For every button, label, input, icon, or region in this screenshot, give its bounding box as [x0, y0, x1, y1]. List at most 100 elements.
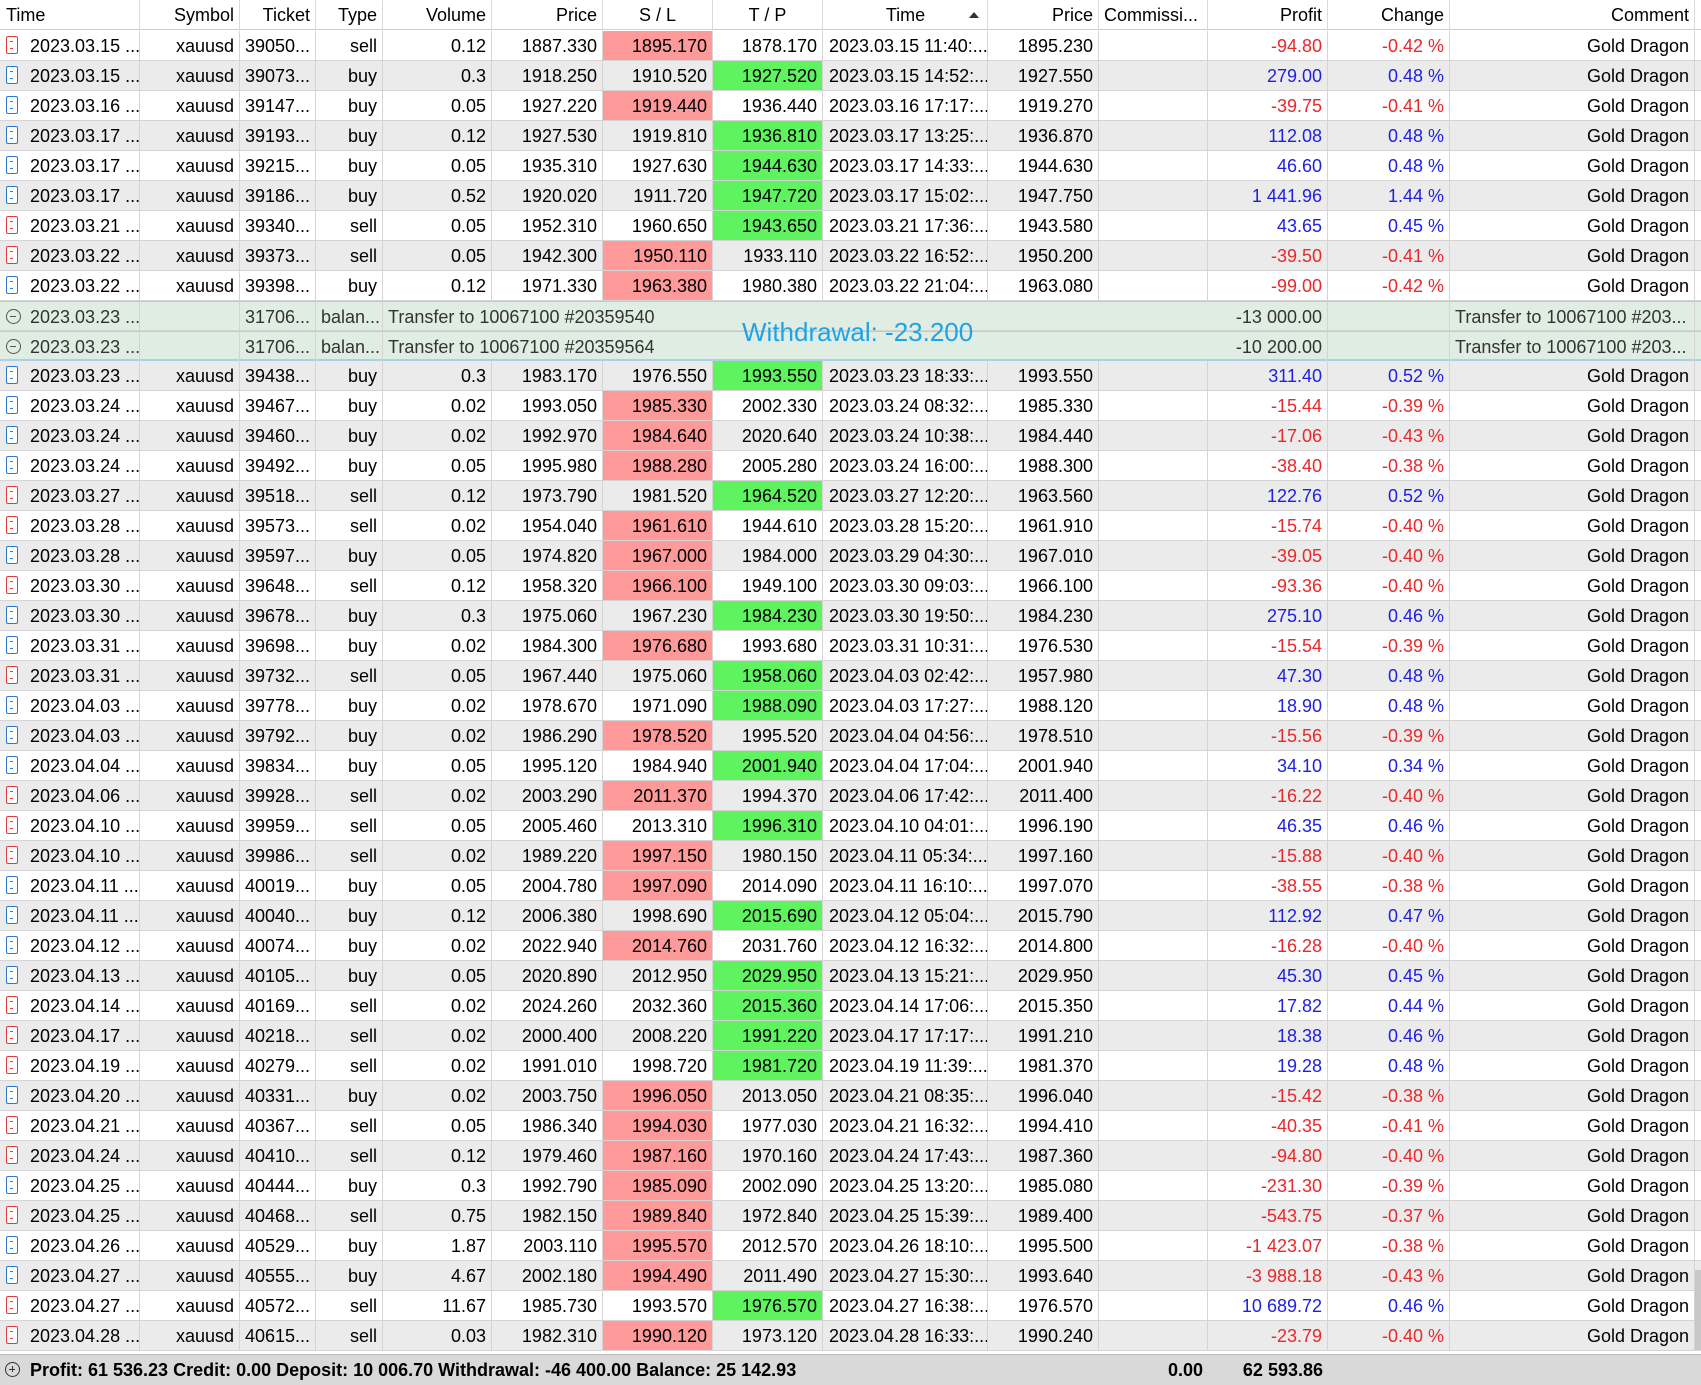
cell-profit: -16.28	[1208, 931, 1328, 960]
cell-ticket: 40169...	[240, 991, 316, 1020]
table-row[interactable]: 2023.03.23 ... xauusd 39438... buy 0.3 1983.1…	[0, 361, 1701, 391]
table-row[interactable]: 2023.04.17 ... xauusd 40218... sell 0.02 2000…	[0, 1021, 1701, 1051]
col-header-change[interactable]: Change	[1328, 0, 1450, 29]
cell-volume: 0.02	[383, 991, 492, 1020]
cell-commission	[1099, 961, 1208, 990]
col-header-commission[interactable]: Commissi...	[1099, 0, 1208, 29]
buy-order-icon	[6, 426, 18, 444]
table-row[interactable]: 2023.03.30 ... xauusd 39648... sell 0.12 1958…	[0, 571, 1701, 601]
cell-sl: 1963.380	[603, 271, 713, 300]
col-header-profit[interactable]: Profit	[1208, 0, 1328, 29]
cell-commission	[1099, 241, 1208, 270]
table-row[interactable]: 2023.03.28 ... xauusd 39597... buy 0.05 1974.…	[0, 541, 1701, 571]
cell-type: sell	[316, 781, 383, 810]
table-row[interactable]: 2023.04.10 ... xauusd 39986... sell 0.02 1989…	[0, 841, 1701, 871]
table-row[interactable]: 2023.04.19 ... xauusd 40279... sell 0.02 1991…	[0, 1051, 1701, 1081]
table-row[interactable]: 2023.03.17 ... xauusd 39193... buy 0.12 1927.…	[0, 121, 1701, 151]
cell-ticket: 39215...	[240, 151, 316, 180]
table-row[interactable]: 2023.04.25 ... xauusd 40468... sell 0.75 1982…	[0, 1201, 1701, 1231]
cell-profit: 275.10	[1208, 601, 1328, 630]
table-row[interactable]: 2023.04.12 ... xauusd 40074... buy 0.02 2022.…	[0, 931, 1701, 961]
cell-sl: 1919.440	[603, 91, 713, 120]
cell-type: buy	[316, 751, 383, 780]
cell-tp: 2014.090	[713, 871, 823, 900]
table-row[interactable]: 2023.04.04 ... xauusd 39834... buy 0.05 1995.…	[0, 751, 1701, 781]
cell-commission	[1099, 661, 1208, 690]
table-row[interactable]: 2023.04.03 ... xauusd 39778... buy 0.02 1978.…	[0, 691, 1701, 721]
cell-price: 1920.020	[492, 181, 603, 210]
table-row[interactable]: 2023.04.24 ... xauusd 40410... sell 0.12 1979…	[0, 1141, 1701, 1171]
balance-collapse-icon[interactable]	[6, 309, 21, 324]
cell-price: 1942.300	[492, 241, 603, 270]
cell-commission	[1099, 1021, 1208, 1050]
col-header-tp[interactable]: T / P	[713, 0, 823, 29]
col-header-ticket[interactable]: Ticket	[240, 0, 316, 29]
expand-plus-icon[interactable]	[5, 1362, 20, 1377]
cell-volume: 0.52	[383, 181, 492, 210]
cell-ticket: 39959...	[240, 811, 316, 840]
cell-comment: Gold Dragon	[1450, 601, 1695, 630]
col-header-close-price[interactable]: Price	[988, 0, 1099, 29]
cell-volume: 0.12	[383, 571, 492, 600]
cell-close-price: 2029.950	[988, 961, 1099, 990]
footer-summary: Profit: 61 536.23 Credit: 0.00 Deposit: …	[30, 1360, 797, 1380]
cell-profit: -94.80	[1208, 31, 1328, 60]
table-row[interactable]: 2023.03.24 ... xauusd 39467... buy 0.02 1993.…	[0, 391, 1701, 421]
cell-close-price: 1997.070	[988, 871, 1099, 900]
table-row[interactable]: 2023.03.17 ... xauusd 39215... buy 0.05 1935.…	[0, 151, 1701, 181]
cell-type: buy	[316, 1081, 383, 1110]
table-row[interactable]: 2023.03.22 ... xauusd 39373... sell 0.05 1942…	[0, 241, 1701, 271]
cell-type: sell	[316, 1051, 383, 1080]
table-row[interactable]: 2023.04.26 ... xauusd 40529... buy 1.87 2003.…	[0, 1231, 1701, 1261]
col-header-comment[interactable]: Comment	[1450, 0, 1695, 29]
table-row[interactable]: 2023.04.06 ... xauusd 39928... sell 0.02 2003…	[0, 781, 1701, 811]
vertical-scrollbar[interactable]	[1695, 1270, 1701, 1350]
balance-collapse-icon[interactable]	[6, 339, 21, 354]
cell-time: 2023.03.24 ...	[0, 451, 140, 480]
table-row[interactable]: 2023.04.03 ... xauusd 39792... buy 0.02 1986.…	[0, 721, 1701, 751]
table-row[interactable]: 2023.04.20 ... xauusd 40331... buy 0.02 2003.…	[0, 1081, 1701, 1111]
table-row[interactable]: 2023.03.17 ... xauusd 39186... buy 0.52 1920.…	[0, 181, 1701, 211]
col-header-sl[interactable]: S / L	[603, 0, 713, 29]
table-row[interactable]: 2023.04.27 ... xauusd 40572... sell 11.67 198…	[0, 1291, 1701, 1321]
cell-ticket: 39678...	[240, 601, 316, 630]
col-header-type[interactable]: Type	[316, 0, 383, 29]
cell-sl: 2013.310	[603, 811, 713, 840]
table-row[interactable]: 2023.03.24 ... xauusd 39460... buy 0.02 1992.…	[0, 421, 1701, 451]
table-row[interactable]: 2023.03.15 ... xauusd 39050... sell 0.12 1887…	[0, 31, 1701, 61]
col-header-price[interactable]: Price	[492, 0, 603, 29]
table-row[interactable]: 2023.03.21 ... xauusd 39340... sell 0.05 1952…	[0, 211, 1701, 241]
table-row[interactable]: 2023.03.24 ... xauusd 39492... buy 0.05 1995.…	[0, 451, 1701, 481]
table-row[interactable]: 2023.03.22 ... xauusd 39398... buy 0.12 1971.…	[0, 271, 1701, 301]
col-header-volume[interactable]: Volume	[383, 0, 492, 29]
table-row[interactable]: 2023.03.27 ... xauusd 39518... sell 0.12 1973…	[0, 481, 1701, 511]
buy-order-icon	[6, 726, 18, 744]
table-row[interactable]: 2023.04.11 ... xauusd 40019... buy 0.05 2004.…	[0, 871, 1701, 901]
table-row[interactable]: 2023.04.21 ... xauusd 40367... sell 0.05 1986…	[0, 1111, 1701, 1141]
col-header-time[interactable]: Time	[0, 0, 140, 29]
table-row[interactable]: 2023.03.28 ... xauusd 39573... sell 0.02 1954…	[0, 511, 1701, 541]
table-row[interactable]: 2023.03.15 ... xauusd 39073... buy 0.3 1918.2…	[0, 61, 1701, 91]
table-row[interactable]: 2023.04.11 ... xauusd 40040... buy 0.12 2006.…	[0, 901, 1701, 931]
table-row[interactable]: 2023.04.28 ... xauusd 40615... sell 0.03 1982…	[0, 1321, 1701, 1351]
table-row[interactable]: 2023.03.31 ... xauusd 39732... sell 0.05 1967…	[0, 661, 1701, 691]
table-row[interactable]: 2023.03.30 ... xauusd 39678... buy 0.3 1975.0…	[0, 601, 1701, 631]
table-row[interactable]: 2023.04.25 ... xauusd 40444... buy 0.3 1992.7…	[0, 1171, 1701, 1201]
col-header-close-time[interactable]: Time	[823, 0, 988, 29]
cell-sl: 1985.330	[603, 391, 713, 420]
col-header-symbol[interactable]: Symbol	[140, 0, 240, 29]
table-row[interactable]: 2023.04.14 ... xauusd 40169... sell 0.02 2024…	[0, 991, 1701, 1021]
cell-price: 1974.820	[492, 541, 603, 570]
cell-close-time: 2023.03.17 13:25:...	[823, 121, 988, 150]
table-row[interactable]: 2023.03.31 ... xauusd 39698... buy 0.02 1984.…	[0, 631, 1701, 661]
cell-tp: 2013.050	[713, 1081, 823, 1110]
table-row[interactable]: 2023.04.13 ... xauusd 40105... buy 0.05 2020.…	[0, 961, 1701, 991]
table-row[interactable]: 2023.04.27 ... xauusd 40555... buy 4.67 2002.…	[0, 1261, 1701, 1291]
cell-sl: 1976.550	[603, 361, 713, 390]
cell-commission	[1099, 871, 1208, 900]
table-row[interactable]: 2023.03.16 ... xauusd 39147... buy 0.05 1927.…	[0, 91, 1701, 121]
cell-close-price: 1987.360	[988, 1141, 1099, 1170]
table-row[interactable]: 2023.04.10 ... xauusd 39959... sell 0.05 2005…	[0, 811, 1701, 841]
cell-commission	[1099, 541, 1208, 570]
cell-volume: 0.02	[383, 511, 492, 540]
